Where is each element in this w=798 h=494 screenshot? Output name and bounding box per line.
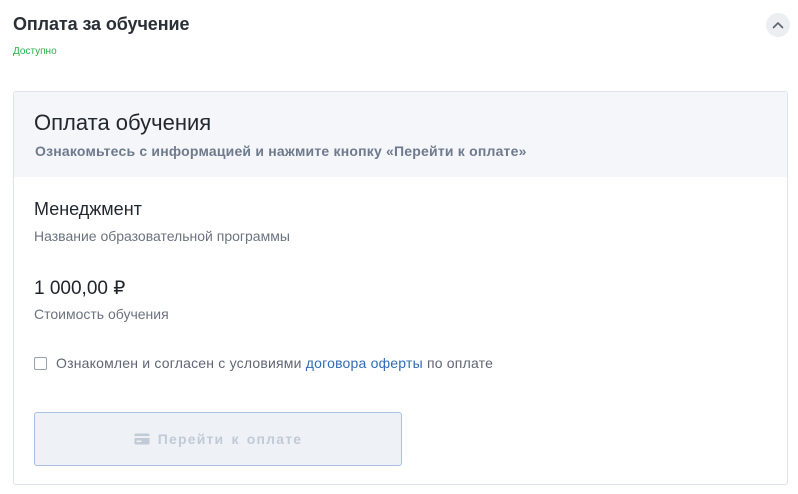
credit-card-icon	[134, 433, 150, 445]
agreement-checkbox[interactable]	[34, 356, 47, 370]
go-to-payment-button[interactable]: Перейти к оплате	[34, 412, 402, 466]
price-label: Стоимость обучения	[34, 306, 169, 322]
go-to-payment-label: Перейти к оплате	[157, 431, 303, 447]
agreement-text-after: по оплате	[422, 355, 494, 371]
program-name: Менеджмент	[34, 199, 142, 219]
payment-card: Оплата обучения Ознакомьтесь с информаци…	[13, 91, 788, 485]
agreement-row: Ознакомлен и согласен с условиями догово…	[34, 355, 493, 371]
collapse-button[interactable]	[766, 13, 790, 37]
program-label: Название образовательной программы	[34, 228, 290, 244]
card-title: Оплата обучения	[34, 110, 212, 135]
agreement-text-before: Ознакомлен и согласен с условиями	[56, 355, 306, 371]
offer-contract-link[interactable]: договора оферты	[306, 355, 423, 371]
price-value: 1 000,00 ₽	[34, 278, 126, 299]
section-title: Оплата за обучение	[13, 14, 190, 34]
card-subtitle: Ознакомьтесь с информацией и нажмите кно…	[35, 143, 527, 159]
status-label: Доступно	[13, 46, 57, 57]
chevron-up-icon	[772, 21, 784, 29]
section-header: Оплата за обучение Доступно	[13, 13, 790, 63]
card-header: Оплата обучения Ознакомьтесь с информаци…	[14, 92, 787, 177]
